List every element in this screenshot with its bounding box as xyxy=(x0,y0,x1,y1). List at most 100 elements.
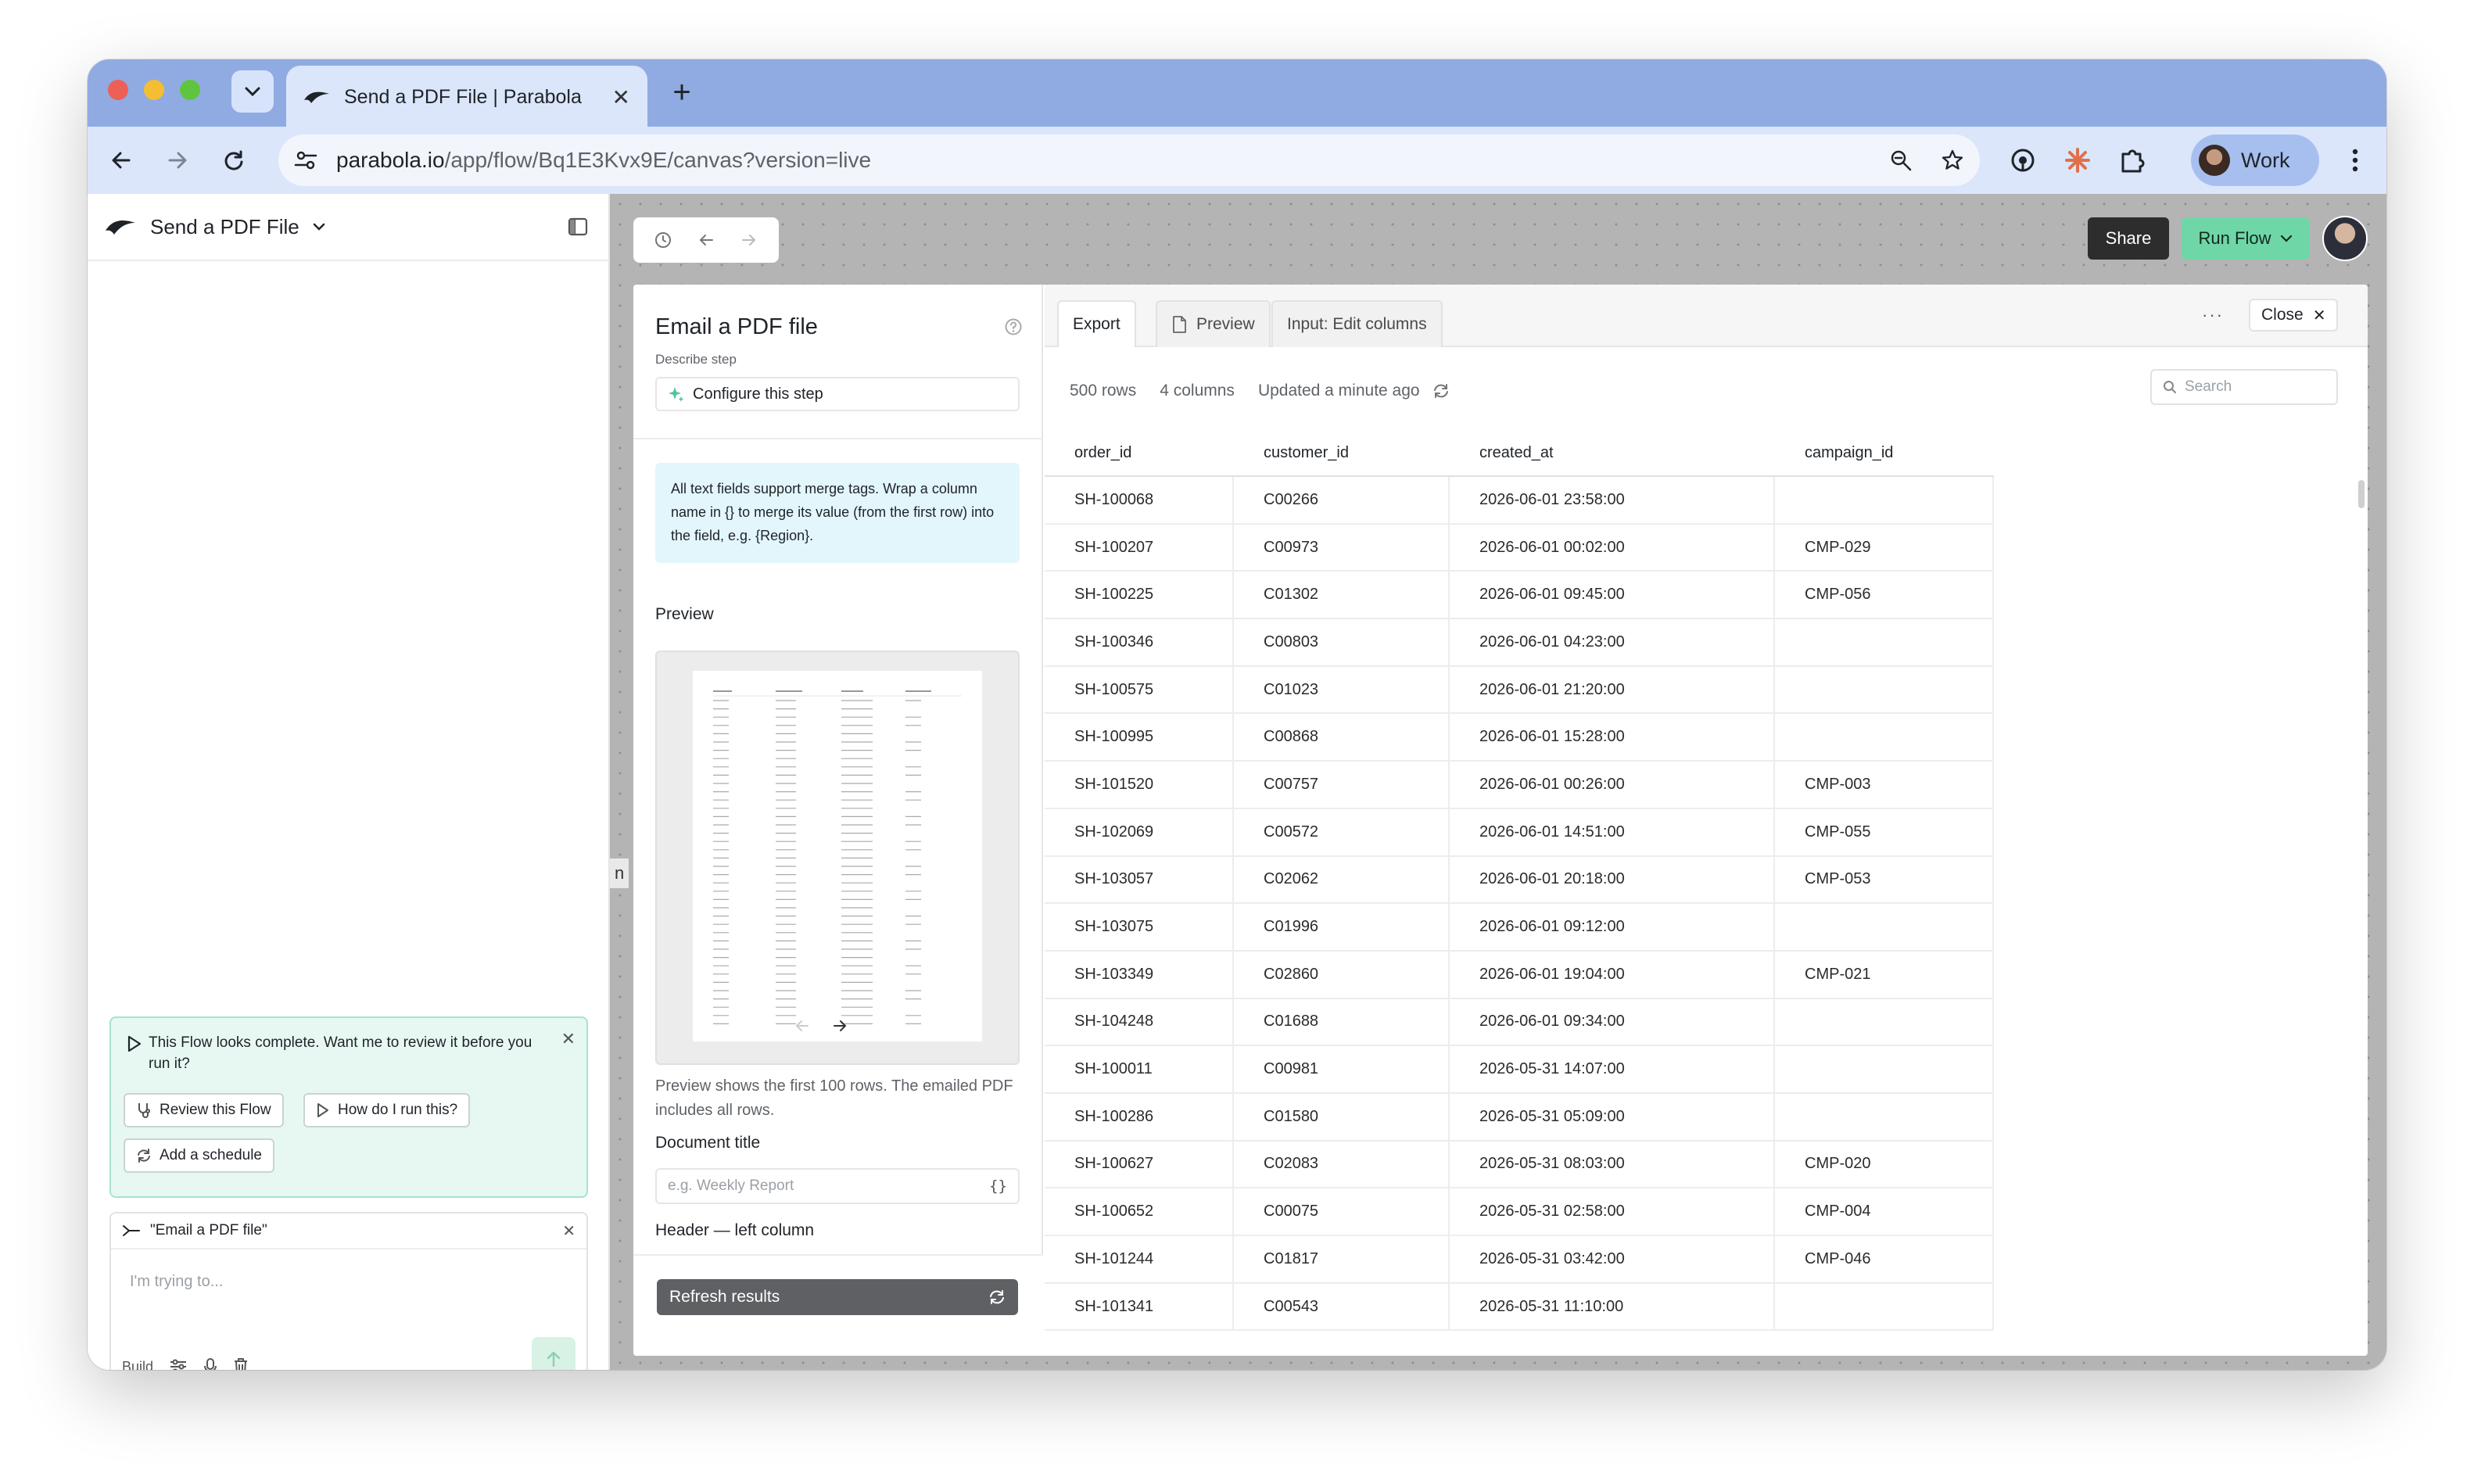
table-cell[interactable]: C02860 xyxy=(1234,951,1450,998)
table-cell[interactable]: SH-103057 xyxy=(1045,856,1234,903)
column-header[interactable]: order_id xyxy=(1045,430,1234,475)
merge-tag-icon[interactable]: {} xyxy=(989,1178,1007,1195)
share-button[interactable]: Share xyxy=(2088,217,2169,260)
tab-preview[interactable]: Preview xyxy=(1156,300,1271,347)
table-cell[interactable]: SH-100627 xyxy=(1045,1141,1234,1188)
table-cell[interactable]: CMP-053 xyxy=(1775,856,1994,903)
table-row[interactable]: SH-100346 C00803 2026-06-01 04:23:00 xyxy=(1045,619,1994,667)
table-row[interactable]: SH-100225 C01302 2026-06-01 09:45:00 CMP-05… xyxy=(1045,572,1994,620)
table-row[interactable]: SH-104248 C01688 2026-06-01 09:34:00 xyxy=(1045,998,1994,1047)
flow-header[interactable]: Send a PDF File xyxy=(88,194,610,261)
table-cell[interactable]: SH-100346 xyxy=(1045,619,1234,665)
table-cell[interactable]: 2026-06-01 04:23:00 xyxy=(1450,619,1775,665)
table-row[interactable]: SH-101244 C01817 2026-05-31 03:42:00 CMP-04… xyxy=(1045,1236,1994,1284)
more-options-icon[interactable]: ··· xyxy=(2202,305,2224,325)
browser-tab-active[interactable]: Send a PDF File | Parabola ✕ xyxy=(286,66,647,128)
table-cell[interactable]: C01580 xyxy=(1234,1093,1450,1140)
minimize-window-button[interactable] xyxy=(144,80,164,100)
maximize-window-button[interactable] xyxy=(180,80,200,100)
table-cell[interactable] xyxy=(1775,619,1994,665)
describe-step-link[interactable]: Describe step xyxy=(655,352,737,367)
table-cell[interactable] xyxy=(1775,998,1994,1045)
table-cell[interactable]: C00981 xyxy=(1234,1046,1450,1092)
table-cell[interactable]: 2026-05-31 14:07:00 xyxy=(1450,1046,1775,1092)
table-cell[interactable]: C00543 xyxy=(1234,1283,1450,1330)
table-cell[interactable]: CMP-055 xyxy=(1775,808,1994,855)
step-title[interactable]: Email a PDF file xyxy=(655,314,818,340)
table-cell[interactable]: SH-101520 xyxy=(1045,762,1234,808)
table-cell[interactable]: SH-100068 xyxy=(1045,477,1234,523)
table-scrollbar[interactable] xyxy=(2358,480,2365,508)
table-cell[interactable] xyxy=(1775,904,1994,950)
how-to-run-button[interactable]: How do I run this? xyxy=(303,1093,471,1127)
column-header[interactable]: campaign_id xyxy=(1775,430,1994,475)
table-cell[interactable]: SH-100207 xyxy=(1045,524,1234,571)
table-cell[interactable]: C00572 xyxy=(1234,808,1450,855)
table-row[interactable]: SH-100207 C00973 2026-06-01 00:02:00 CMP-02… xyxy=(1045,524,1994,572)
table-cell[interactable]: SH-101341 xyxy=(1045,1283,1234,1330)
table-cell[interactable]: C01996 xyxy=(1234,904,1450,950)
table-cell[interactable]: 2026-06-01 15:28:00 xyxy=(1450,714,1775,761)
table-cell[interactable]: 2026-06-01 09:12:00 xyxy=(1450,904,1775,950)
table-cell[interactable]: C00075 xyxy=(1234,1188,1450,1235)
send-button[interactable] xyxy=(532,1337,575,1370)
table-row[interactable]: SH-103057 C02062 2026-06-01 20:18:00 CMP-05… xyxy=(1045,856,1994,905)
table-cell[interactable] xyxy=(1775,1093,1994,1140)
column-header[interactable]: customer_id xyxy=(1234,430,1450,475)
add-schedule-button[interactable]: Add a schedule xyxy=(124,1138,274,1173)
table-cell[interactable]: 2026-06-01 19:04:00 xyxy=(1450,951,1775,998)
table-cell[interactable]: SH-100995 xyxy=(1045,714,1234,761)
arrow-left-icon[interactable] xyxy=(794,1018,810,1034)
table-cell[interactable]: CMP-056 xyxy=(1775,572,1994,618)
run-flow-button[interactable]: Run Flow xyxy=(2182,217,2310,260)
table-cell[interactable]: CMP-021 xyxy=(1775,951,1994,998)
table-cell[interactable]: SH-101244 xyxy=(1045,1236,1234,1282)
help-icon[interactable] xyxy=(1004,317,1023,336)
refresh-icon[interactable] xyxy=(1432,382,1450,400)
table-row[interactable]: SH-101341 C00543 2026-05-31 11:10:00 xyxy=(1045,1283,1994,1332)
back-button[interactable] xyxy=(102,141,141,180)
table-cell[interactable] xyxy=(1775,1046,1994,1092)
table-cell[interactable]: C00868 xyxy=(1234,714,1450,761)
table-cell[interactable]: 2026-05-31 02:58:00 xyxy=(1450,1188,1775,1235)
document-title-input[interactable]: e.g. Weekly Report {} xyxy=(655,1168,1020,1204)
chat-input[interactable]: I'm trying to... xyxy=(130,1273,223,1291)
table-cell[interactable]: SH-104248 xyxy=(1045,998,1234,1045)
table-cell[interactable]: SH-102069 xyxy=(1045,808,1234,855)
table-cell[interactable]: C00973 xyxy=(1234,524,1450,571)
table-cell[interactable]: C01688 xyxy=(1234,998,1450,1045)
table-cell[interactable]: 2026-06-01 21:20:00 xyxy=(1450,666,1775,713)
configure-step-button[interactable]: Configure this step xyxy=(655,377,1020,411)
table-cell[interactable]: 2026-05-31 11:10:00 xyxy=(1450,1283,1775,1330)
table-cell[interactable]: SH-100575 xyxy=(1045,666,1234,713)
table-cell[interactable]: C02083 xyxy=(1234,1141,1450,1188)
table-cell[interactable]: C00757 xyxy=(1234,762,1450,808)
extensions-puzzle-icon[interactable] xyxy=(2114,142,2150,178)
browser-menu-button[interactable] xyxy=(2340,142,2371,178)
table-row[interactable]: SH-100575 C01023 2026-06-01 21:20:00 xyxy=(1045,666,1994,715)
table-cell[interactable]: C00803 xyxy=(1234,619,1450,665)
tab-search-button[interactable] xyxy=(231,70,274,113)
table-cell[interactable]: 2026-05-31 08:03:00 xyxy=(1450,1141,1775,1188)
zoom-icon[interactable] xyxy=(1889,149,1913,172)
table-cell[interactable]: 2026-06-01 00:26:00 xyxy=(1450,762,1775,808)
user-avatar[interactable] xyxy=(2322,216,2368,261)
flow-canvas[interactable]: Share Run Flow n Email a PDF file Descri… xyxy=(610,194,2386,1370)
address-bar[interactable]: parabola.io/app/flow/Bq1E3Kvx9E/canvas?v… xyxy=(278,134,1980,186)
close-panel-button[interactable]: Close ✕ xyxy=(2249,299,2339,332)
table-cell[interactable]: CMP-029 xyxy=(1775,524,1994,571)
table-row[interactable]: SH-102069 C00572 2026-06-01 14:51:00 CMP-05… xyxy=(1045,808,1994,857)
table-cell[interactable]: SH-100225 xyxy=(1045,572,1234,618)
forward-button[interactable] xyxy=(158,141,197,180)
table-cell[interactable] xyxy=(1775,477,1994,523)
table-cell[interactable]: SH-103075 xyxy=(1045,904,1234,950)
table-cell[interactable]: C00266 xyxy=(1234,477,1450,523)
refresh-results-button[interactable]: Refresh results xyxy=(657,1279,1018,1315)
column-header[interactable]: created_at xyxy=(1450,430,1775,475)
table-row[interactable]: SH-100068 C00266 2026-06-01 23:58:00 xyxy=(1045,477,1994,525)
new-tab-button[interactable]: + xyxy=(662,72,702,113)
review-flow-button[interactable]: Review this Flow xyxy=(124,1093,284,1127)
table-row[interactable]: SH-100627 C02083 2026-05-31 08:03:00 CMP-02… xyxy=(1045,1141,1994,1189)
trash-icon[interactable] xyxy=(233,1357,249,1370)
table-cell[interactable]: 2026-05-31 03:42:00 xyxy=(1450,1236,1775,1282)
